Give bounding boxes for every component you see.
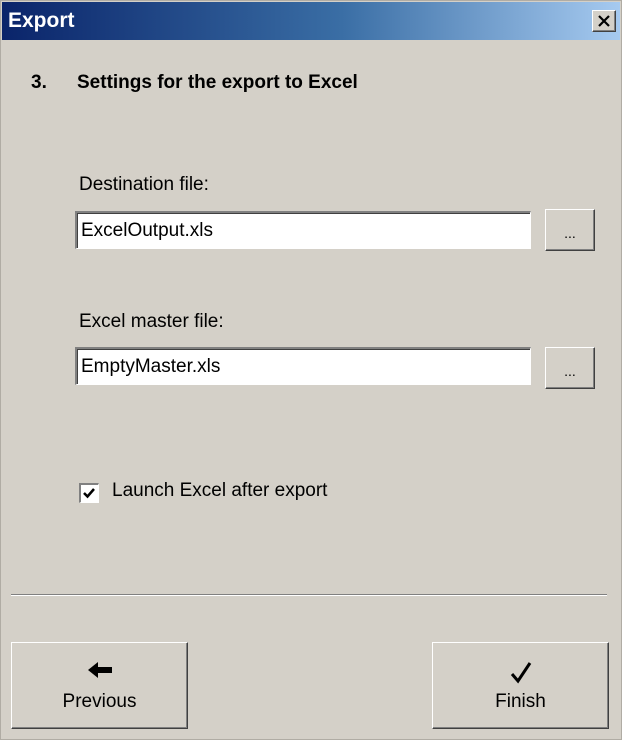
close-button[interactable]	[592, 10, 616, 32]
master-file-label: Excel master file:	[79, 311, 224, 332]
previous-button-label: Previous	[62, 691, 137, 712]
finish-button[interactable]: Finish	[432, 642, 609, 729]
launch-excel-label[interactable]: Launch Excel after export	[112, 480, 327, 502]
title-bar[interactable]: Export	[2, 2, 620, 40]
separator	[11, 594, 607, 596]
destination-file-input[interactable]	[75, 211, 531, 249]
master-file-input[interactable]	[75, 347, 531, 385]
arrow-left-icon	[87, 662, 112, 678]
window-title: Export	[8, 9, 75, 32]
destination-file-label: Destination file:	[79, 174, 209, 195]
checkmark-icon	[83, 488, 95, 499]
checkmark-icon	[510, 662, 531, 684]
launch-excel-checkbox[interactable]	[79, 483, 99, 503]
finish-button-label: Finish	[495, 691, 546, 712]
previous-button[interactable]: Previous	[11, 642, 188, 729]
browse-master-button[interactable]: ...	[545, 347, 595, 389]
close-icon	[598, 15, 610, 27]
step-title: Settings for the export to Excel	[77, 72, 358, 93]
browse-destination-button[interactable]: ...	[545, 209, 595, 251]
step-number: 3.	[31, 72, 47, 93]
export-dialog: Export 3. Settings for the export to Exc…	[0, 0, 622, 740]
